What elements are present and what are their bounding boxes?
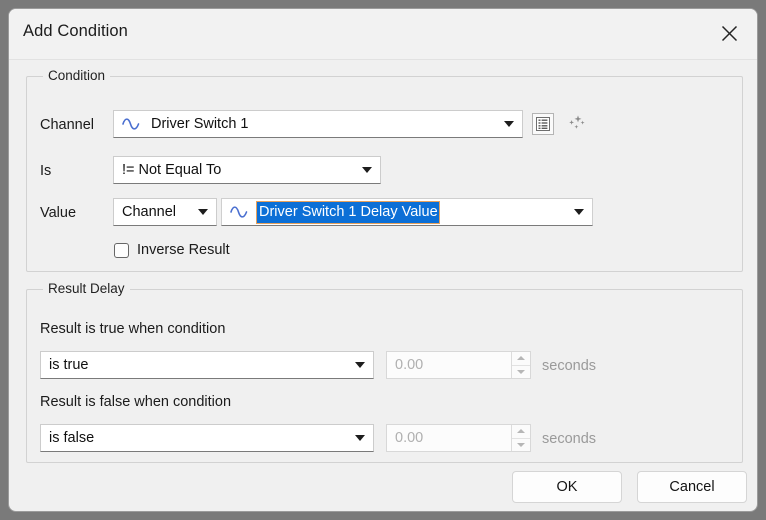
dialog-title: Add Condition — [23, 22, 128, 40]
waveform-icon — [121, 115, 143, 133]
list-icon[interactable] — [532, 113, 554, 135]
spinner-up-icon[interactable] — [512, 425, 530, 439]
result-false-label: Result is false when condition — [40, 394, 232, 410]
chevron-down-icon — [496, 121, 522, 127]
sparkles-icon[interactable] — [565, 113, 591, 135]
spinner-up-icon[interactable] — [512, 352, 530, 366]
value-channel-selected-text: Driver Switch 1 Delay Value — [256, 200, 440, 224]
value-channel-combobox[interactable]: Driver Switch 1 Delay Value — [221, 198, 593, 226]
add-condition-dialog: Add Condition Condition Channel Driver S… — [8, 8, 758, 512]
channel-label: Channel — [40, 117, 95, 133]
result-true-value: is true — [49, 357, 89, 373]
spinner-buttons[interactable] — [511, 425, 530, 451]
result-true-label: Result is true when condition — [40, 321, 226, 337]
dialog-titlebar: Add Condition — [9, 9, 757, 60]
inverse-result-label: Inverse Result — [137, 242, 230, 258]
value-channel-editbox[interactable]: Driver Switch 1 Delay Value — [251, 199, 566, 225]
result-true-delay-value: 0.00 — [395, 357, 424, 373]
spinner-down-icon[interactable] — [512, 366, 530, 379]
inverse-result-checkbox[interactable]: Inverse Result — [114, 242, 230, 258]
result-false-units-label: seconds — [542, 431, 597, 447]
result-false-delay-value: 0.00 — [395, 430, 424, 446]
value-source-type: Channel — [122, 204, 177, 220]
chevron-down-icon — [347, 435, 373, 441]
waveform-icon — [229, 203, 251, 221]
value-label: Value — [40, 205, 77, 221]
chevron-down-icon — [347, 362, 373, 368]
chevron-down-icon — [566, 209, 592, 215]
is-combobox[interactable]: != Not Equal To — [113, 156, 381, 184]
is-value: != Not Equal To — [122, 162, 222, 178]
cancel-button[interactable]: Cancel — [637, 471, 747, 503]
result-true-units-label: seconds — [542, 358, 597, 374]
result-true-delay-spinner[interactable]: 0.00 — [386, 351, 531, 379]
chevron-down-icon — [190, 209, 216, 215]
result-false-delay-spinner[interactable]: 0.00 — [386, 424, 531, 452]
condition-group-legend: Condition — [43, 68, 111, 83]
result-false-combobox[interactable]: is false — [40, 424, 374, 452]
is-label: Is — [40, 163, 52, 179]
result-delay-group-legend: Result Delay — [43, 281, 130, 296]
chevron-down-icon — [354, 167, 380, 173]
spinner-buttons[interactable] — [511, 352, 530, 378]
checkbox-box — [114, 242, 129, 258]
channel-value: Driver Switch 1 — [151, 116, 249, 132]
spinner-down-icon[interactable] — [512, 439, 530, 452]
value-source-type-combobox[interactable]: Channel — [113, 198, 217, 226]
result-true-combobox[interactable]: is true — [40, 351, 374, 379]
result-false-value: is false — [49, 430, 95, 446]
channel-combobox[interactable]: Driver Switch 1 — [113, 110, 523, 138]
close-icon[interactable] — [707, 13, 751, 53]
ok-button[interactable]: OK — [512, 471, 622, 503]
